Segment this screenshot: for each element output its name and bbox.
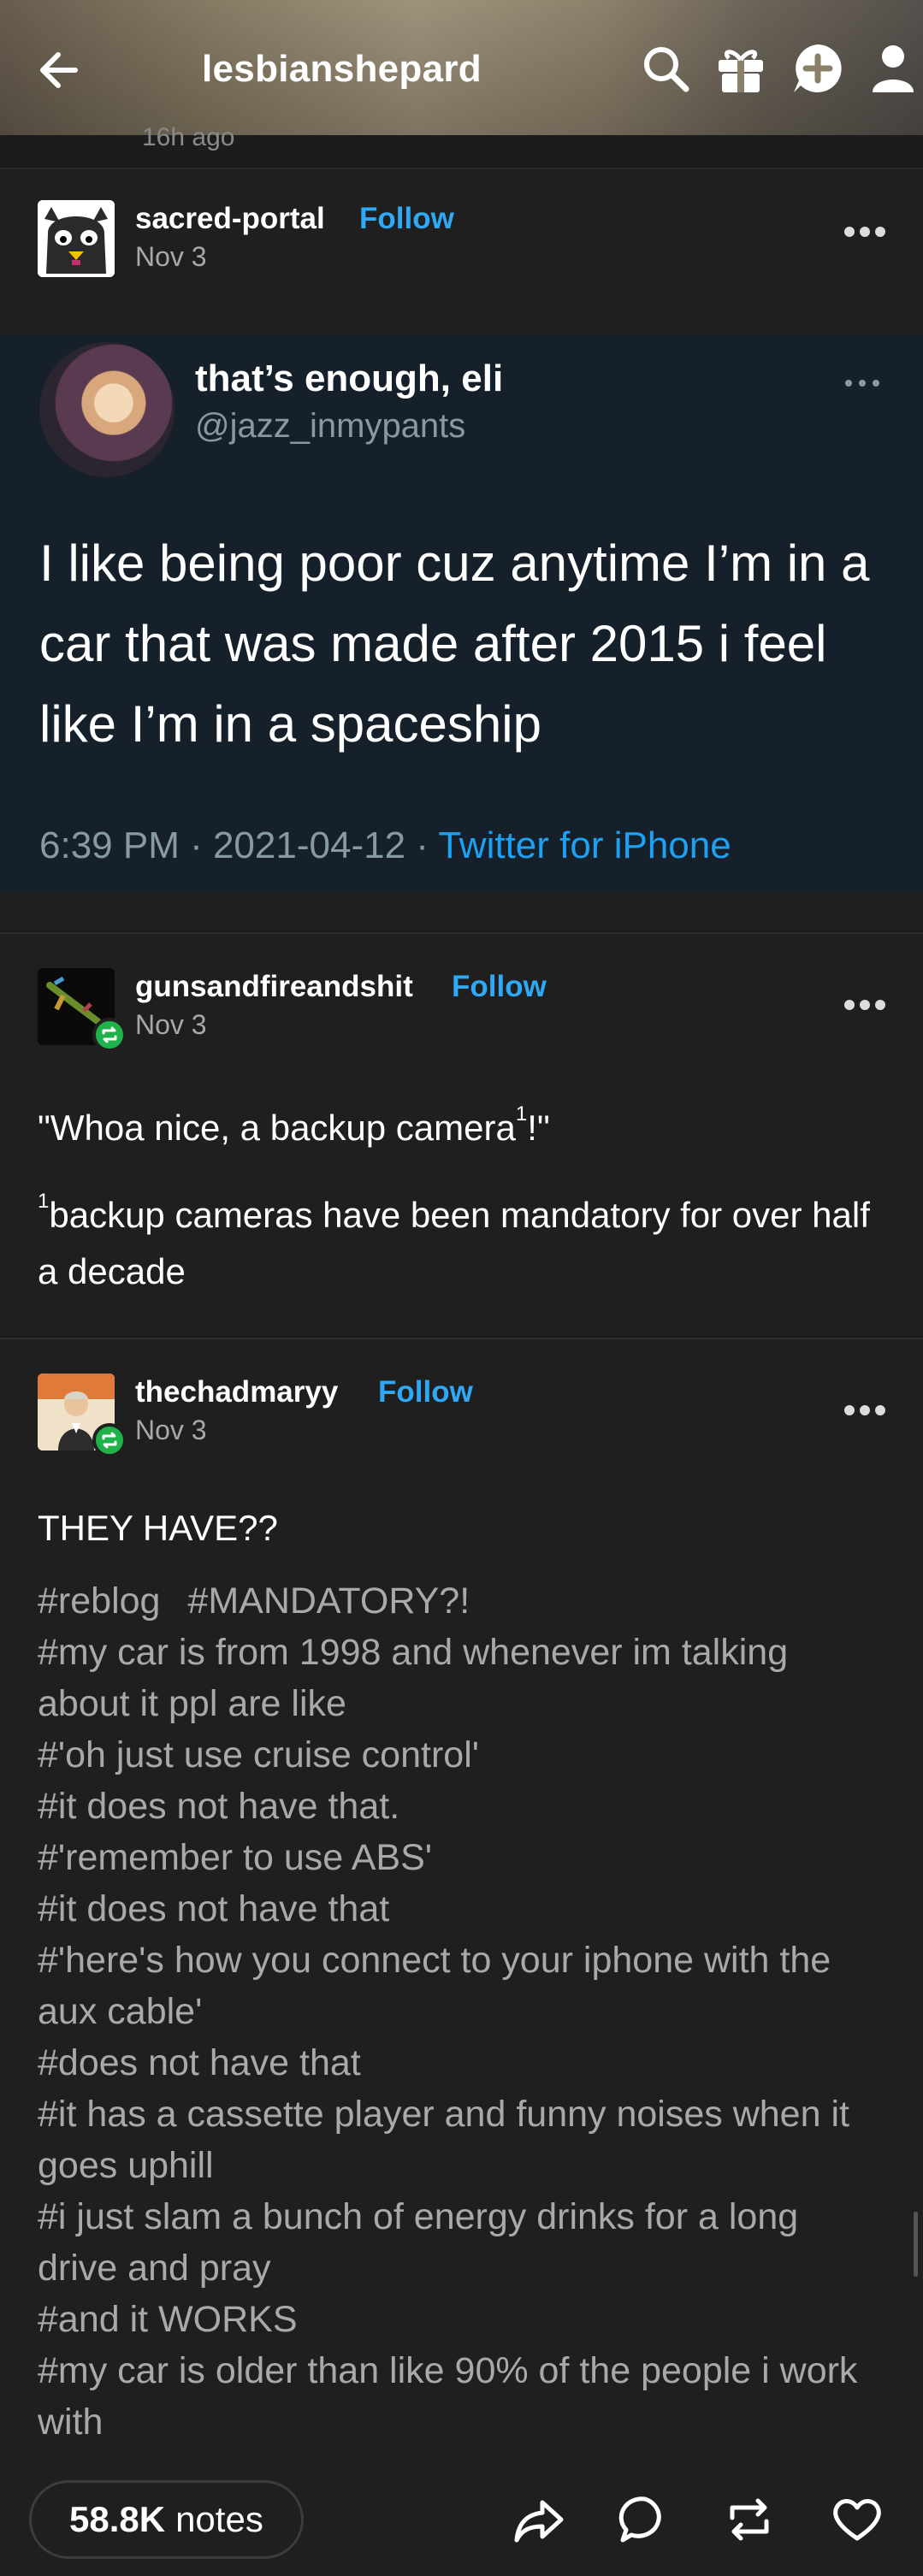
tweet-timestamp: 6:39 PM · 2021-04-12 · [39, 824, 439, 866]
like-heart-icon[interactable] [830, 2492, 885, 2547]
tag[interactable]: #'oh just use cruise control' [38, 1734, 479, 1775]
post-username[interactable]: sacred-portal [135, 202, 325, 236]
follow-button[interactable]: Follow [359, 202, 454, 236]
tweet-avatar [39, 342, 175, 477]
embedded-tweet-image: that’s enough, eli @jazz_inmypants I lik… [0, 335, 923, 893]
notes-button[interactable]: 58.8K notes [29, 2480, 304, 2559]
reblog-badge-icon [92, 1018, 127, 1052]
header-toolbar: lesbianshepard [0, 34, 923, 103]
previous-post-remnant: 16h ago [0, 123, 923, 169]
post-gunsandfireandshit: gunsandfireandshit Follow Nov 3 "Whoa ni… [0, 934, 923, 1336]
comment-icon[interactable] [618, 2492, 672, 2547]
scrollbar[interactable] [914, 2212, 918, 2277]
post-date: Nov 3 [135, 241, 207, 272]
post-body-quote: "Whoa nice, a backup camera1!" [38, 1100, 893, 1156]
reblog-badge-icon [92, 1423, 127, 1457]
tweet-more-icon [845, 380, 879, 387]
tag[interactable]: #'here's how you connect to your iphone … [38, 1940, 831, 2032]
post-sacred-portal: sacred-portal Follow Nov 3 that’s enough… [0, 169, 923, 931]
tag[interactable]: #does not have that [38, 2042, 361, 2083]
reblog-icon[interactable] [722, 2492, 777, 2547]
post-username[interactable]: thechadmaryy [135, 1375, 338, 1409]
notes-label: notes [175, 2499, 263, 2539]
back-arrow-icon[interactable] [36, 46, 96, 94]
plus-bubble-icon[interactable] [790, 41, 845, 96]
tag[interactable]: #it does not have that. [38, 1786, 399, 1827]
penguin-avatar-icon [38, 200, 115, 277]
post-footer: 58.8K notes [0, 2463, 923, 2576]
follow-button[interactable]: Follow [452, 970, 547, 1004]
quote-text: "Whoa nice, a backup camera [38, 1108, 516, 1148]
tweet-source: Twitter for iPhone [438, 824, 731, 866]
user-icon[interactable] [866, 41, 920, 96]
tag[interactable]: #reblog [38, 1580, 160, 1622]
footnote-marker: 1 [38, 1190, 50, 1213]
quote-text-end: !" [527, 1108, 550, 1148]
tag[interactable]: #my car is from 1998 and whenever im tal… [38, 1632, 788, 1724]
tag[interactable]: #MANDATORY?! [187, 1580, 470, 1622]
gift-icon[interactable] [713, 41, 768, 96]
more-options-icon[interactable] [843, 999, 886, 1011]
tag[interactable]: #it does not have that [38, 1888, 389, 1929]
tweet-author-handle: @jazz_inmypants [195, 407, 466, 445]
blog-header: lesbianshepard [0, 0, 923, 135]
tag[interactable]: #'remember to use ABS' [38, 1837, 432, 1878]
tweet-meta: 6:39 PM · 2021-04-12 · Twitter for iPhon… [39, 824, 731, 867]
share-icon[interactable] [512, 2492, 566, 2547]
post-body-footnote: 1backup cameras have been mandatory for … [38, 1187, 893, 1300]
notes-count: 58.8K [69, 2499, 166, 2539]
more-options-icon[interactable] [843, 1404, 886, 1416]
avatar[interactable] [38, 200, 115, 277]
follow-button[interactable]: Follow [378, 1375, 473, 1409]
tweet-text: I like being poor cuz anytime I’m in a c… [39, 535, 870, 753]
blog-title[interactable]: lesbianshepard [202, 48, 482, 91]
tag[interactable]: #it has a cassette player and funny nois… [38, 2094, 849, 2186]
tag[interactable]: #i just slam a bunch of energy drinks fo… [38, 2196, 798, 2289]
footnote-text: backup cameras have been mandatory for o… [38, 1195, 870, 1291]
previous-post-timestamp: 16h ago [142, 123, 235, 151]
post-date: Nov 3 [135, 1415, 207, 1445]
more-options-icon[interactable] [843, 226, 886, 238]
post-date: Nov 3 [135, 1009, 207, 1040]
tag[interactable]: #and it WORKS [38, 2299, 298, 2340]
tag-list: #reblog #MANDATORY?! #my car is from 199… [38, 1575, 885, 2448]
footnote-marker: 1 [515, 1102, 528, 1126]
post-username[interactable]: gunsandfireandshit [135, 970, 413, 1004]
post-body-text: THEY HAVE?? [38, 1508, 278, 1548]
search-icon[interactable] [638, 41, 693, 96]
tag[interactable]: #my car is older than like 90% of the pe… [38, 2350, 857, 2443]
tweet-author-name: that’s enough, eli [195, 357, 504, 399]
